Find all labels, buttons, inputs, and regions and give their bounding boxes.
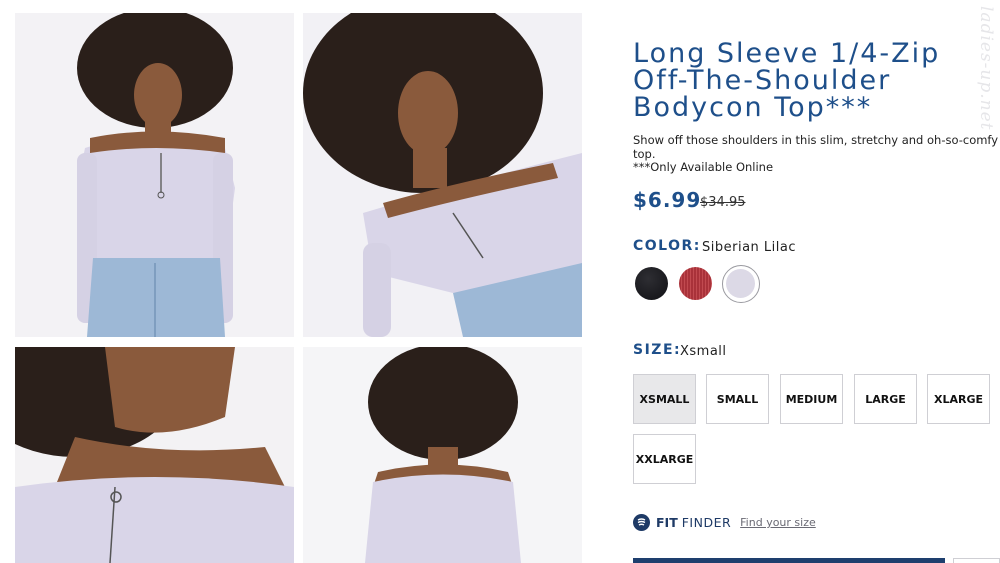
color-swatch-red[interactable]: [679, 267, 712, 300]
size-button-large[interactable]: LARGE: [854, 374, 917, 424]
color-swatch-black[interactable]: [635, 267, 668, 300]
fit-finder: FIT FINDER Find your size: [633, 514, 816, 531]
model-back-image: [303, 347, 582, 563]
add-to-bag-button[interactable]: [633, 558, 945, 563]
product-description: Show off those shoulders in this slim, s…: [633, 133, 999, 161]
size-button-xxlarge[interactable]: XXLARGE: [633, 434, 696, 484]
product-photo-3[interactable]: [15, 347, 294, 563]
size-button-xlarge[interactable]: XLARGE: [927, 374, 990, 424]
sale-price: $6.99: [633, 188, 702, 212]
selected-color: Siberian Lilac: [702, 240, 796, 255]
product-title: Long Sleeve 1/4-Zip Off-The-Shoulder Bod…: [633, 38, 941, 123]
fit-finder-logo-icon: [633, 514, 650, 531]
model-front-image: [15, 13, 294, 337]
size-label: SIZE:: [633, 342, 682, 358]
product-photo-2[interactable]: [303, 13, 582, 337]
selected-size: Xsmall: [680, 344, 727, 359]
original-price: $34.95: [700, 195, 746, 210]
watermark-text: ladies-up.net: [976, 6, 996, 131]
size-button-xsmall[interactable]: XSMALL: [633, 374, 696, 424]
model-closeup-image: [15, 347, 294, 563]
fit-finder-brand-light: FINDER: [681, 515, 732, 530]
size-button-small[interactable]: SMALL: [706, 374, 769, 424]
color-label: COLOR:: [633, 238, 701, 254]
product-photo-4[interactable]: [303, 347, 582, 563]
product-photo-1[interactable]: [15, 13, 294, 337]
wishlist-button[interactable]: [953, 558, 1000, 563]
find-your-size-link[interactable]: Find your size: [740, 516, 816, 529]
swatch-fill: [726, 269, 755, 298]
availability-note: ***Only Available Online: [633, 160, 774, 174]
fit-finder-brand-bold: FIT: [656, 515, 678, 530]
model-seated-image: [303, 13, 582, 337]
size-button-medium[interactable]: MEDIUM: [780, 374, 843, 424]
color-swatch-siberian-lilac[interactable]: [722, 265, 760, 303]
